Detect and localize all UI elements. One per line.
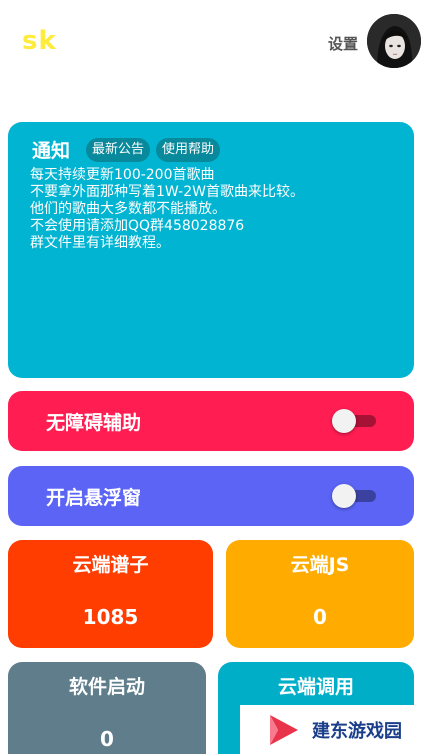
cloud-score-title: 云端谱子 bbox=[72, 554, 149, 576]
avatar-image bbox=[367, 14, 421, 68]
watermark-text: 建东游戏园 bbox=[312, 720, 402, 742]
latest-announcement-chip[interactable]: 最新公告 bbox=[86, 137, 151, 162]
cloud-js-value: 0 bbox=[313, 605, 327, 629]
notice-body: 每天持续更新100-200首歌曲 不要拿外面那种写着1W-2W首歌曲来比较。 他… bbox=[30, 167, 398, 252]
play-logo-icon bbox=[270, 714, 298, 745]
cloud-score-card[interactable]: 云端谱子 1085 bbox=[8, 540, 213, 648]
floating-window-switch[interactable] bbox=[332, 484, 376, 508]
notice-line: 每天持续更新100-200首歌曲 bbox=[30, 167, 215, 183]
notice-line: 群文件里有详细教程。 bbox=[30, 235, 170, 251]
cloud-js-title: 云端JS bbox=[290, 554, 350, 576]
accessibility-toggle-card[interactable]: 无障碍辅助 bbox=[8, 391, 414, 451]
top-bar: sk 设置 bbox=[0, 0, 439, 90]
accessibility-switch[interactable] bbox=[332, 409, 376, 433]
notice-line: 不要拿外面那种写着1W-2W首歌曲来比较。 bbox=[30, 184, 304, 200]
cloud-score-value: 1085 bbox=[82, 605, 139, 629]
cloud-call-title: 云端调用 bbox=[277, 676, 354, 698]
app-launch-value: 0 bbox=[100, 727, 114, 751]
app-logo: sk bbox=[22, 26, 57, 56]
app-launch-card[interactable]: 软件启动 0 bbox=[8, 662, 206, 754]
watermark: 建东游戏园 bbox=[240, 705, 439, 754]
cloud-js-card[interactable]: 云端JS 0 bbox=[226, 540, 414, 648]
switch-knob bbox=[332, 409, 356, 433]
switch-knob bbox=[332, 484, 356, 508]
settings-button[interactable]: 设置 bbox=[328, 33, 358, 54]
notice-line: 他们的歌曲大多数都不能播放。 bbox=[30, 201, 226, 217]
floating-window-toggle-card[interactable]: 开启悬浮窗 bbox=[8, 466, 414, 526]
floating-window-label: 开启悬浮窗 bbox=[46, 486, 142, 509]
notice-card: 通知 最新公告 使用帮助 每天持续更新100-200首歌曲 不要拿外面那种写着1… bbox=[8, 122, 414, 378]
accessibility-label: 无障碍辅助 bbox=[46, 411, 142, 434]
notice-line: 不会使用请添加QQ群458028876 bbox=[30, 218, 245, 234]
app-launch-title: 软件启动 bbox=[68, 676, 145, 698]
usage-help-chip[interactable]: 使用帮助 bbox=[156, 137, 221, 162]
avatar[interactable] bbox=[367, 14, 421, 68]
notice-title: 通知 bbox=[32, 140, 71, 162]
